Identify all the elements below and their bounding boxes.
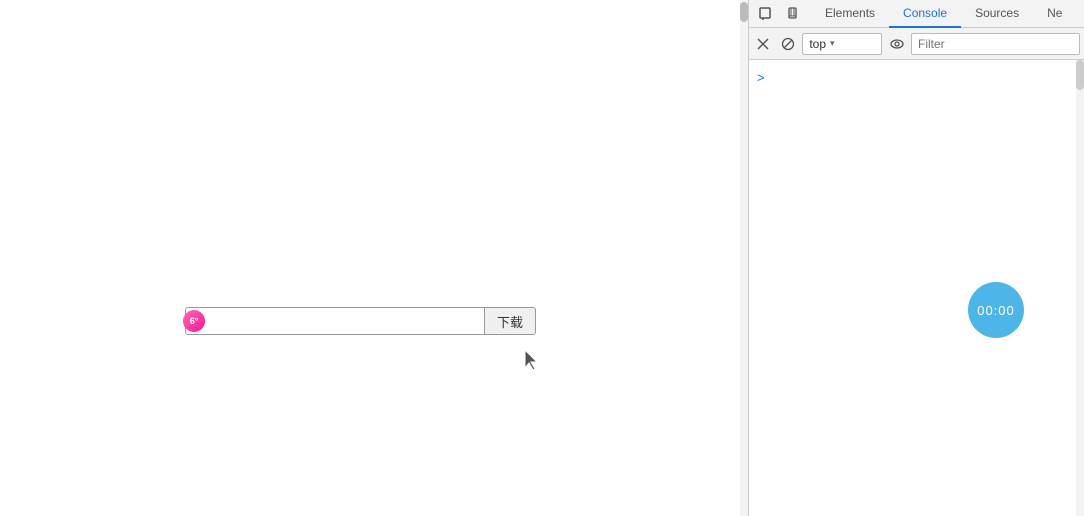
device-toolbar-btn[interactable] (781, 2, 807, 26)
main-scrollbar[interactable] (740, 0, 748, 516)
input-badge: 6° (183, 310, 205, 332)
badge-text: 6° (190, 316, 199, 326)
main-scrollbar-thumb (740, 2, 748, 22)
devtools-toolbar: Elements Console Sources Ne (749, 0, 1084, 28)
inspect-icon-btn[interactable] (753, 2, 779, 26)
timer-display: 00:00 (977, 303, 1015, 318)
input-area: 6° 下载 (185, 307, 536, 335)
tab-sources[interactable]: Sources (961, 0, 1033, 28)
devtools-toolbar2: top ▾ (749, 28, 1084, 60)
devtools-panel: Elements Console Sources Ne (748, 0, 1084, 516)
input-wrapper: 6° (185, 307, 485, 335)
context-dropdown-arrow: ▾ (830, 38, 835, 49)
tab-network[interactable]: Ne (1033, 0, 1076, 28)
cursor (525, 350, 541, 370)
download-button[interactable]: 下载 (485, 307, 536, 335)
url-input[interactable] (185, 307, 485, 335)
console-prompt: > (757, 70, 765, 85)
devtools-console: > 00:00 (749, 60, 1084, 516)
devtools-scrollbar[interactable] (1076, 60, 1084, 516)
browser-content: 6° 下载 (0, 0, 748, 516)
devtools-icons-left (749, 2, 811, 26)
context-selector[interactable]: top ▾ (802, 33, 882, 55)
devtools-tabs: Elements Console Sources Ne (811, 0, 1076, 28)
eye-btn[interactable] (886, 32, 907, 56)
clear-console-btn[interactable] (753, 32, 774, 56)
devtools-scrollbar-thumb (1076, 60, 1084, 90)
timer-circle: 00:00 (968, 282, 1024, 338)
tab-console[interactable]: Console (889, 0, 961, 28)
tab-elements[interactable]: Elements (811, 0, 889, 28)
filter-input[interactable] (911, 33, 1080, 55)
ban-btn[interactable] (778, 32, 799, 56)
context-value: top (809, 37, 826, 51)
